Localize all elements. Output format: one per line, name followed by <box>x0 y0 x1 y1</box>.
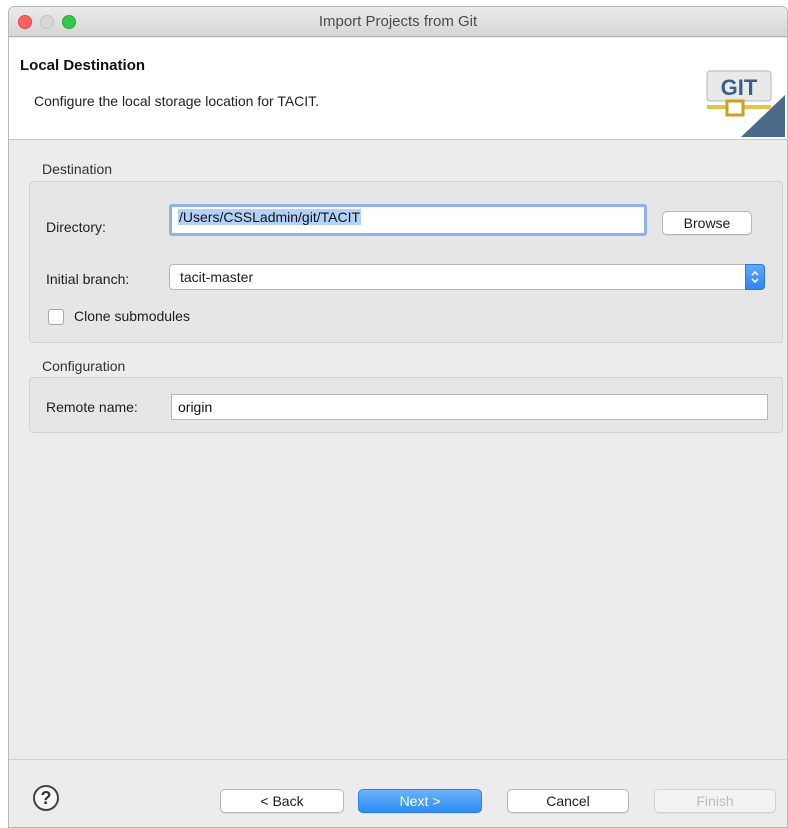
select-arrows-icon <box>745 264 765 290</box>
initial-branch-select[interactable]: tacit-master <box>169 264 765 290</box>
initial-branch-label: Initial branch: <box>46 271 130 287</box>
next-button[interactable]: Next > <box>358 789 482 813</box>
page-description: Configure the local storage location for… <box>34 93 320 109</box>
help-icon: ? <box>40 788 52 808</box>
help-button[interactable]: ? <box>33 785 59 811</box>
wizard-banner: Local Destination Configure the local st… <box>9 38 787 140</box>
title-bar[interactable]: Import Projects from Git <box>9 7 787 37</box>
window-title: Import Projects from Git <box>318 13 478 30</box>
directory-value: /Users/CSSLadmin/git/TACIT <box>178 209 362 225</box>
back-button[interactable]: < Back <box>220 789 344 813</box>
browse-button[interactable]: Browse <box>662 211 752 235</box>
git-logo-icon: GIT <box>706 70 785 137</box>
directory-label: Directory: <box>46 219 106 235</box>
configuration-group-title: Configuration <box>42 358 126 374</box>
page-title: Local Destination <box>20 57 146 74</box>
remote-name-label: Remote name: <box>46 399 138 415</box>
finish-button[interactable]: Finish <box>654 789 776 813</box>
clone-submodules-label: Clone submodules <box>74 308 190 324</box>
dialog-window: Import Projects from Git Local Destinati… <box>8 6 788 828</box>
initial-branch-value: tacit-master <box>180 269 254 285</box>
button-bar: ? < Back Next > Cancel Finish <box>9 759 787 827</box>
destination-group: Directory: /Users/CSSLadmin/git/TACIT Br… <box>29 181 783 343</box>
remote-name-input[interactable]: origin <box>171 394 768 420</box>
directory-input[interactable]: /Users/CSSLadmin/git/TACIT <box>169 204 647 236</box>
clone-submodules-checkbox[interactable] <box>48 309 64 325</box>
git-logo-text: GIT <box>721 75 758 100</box>
cancel-button[interactable]: Cancel <box>507 789 629 813</box>
destination-group-title: Destination <box>42 161 113 177</box>
remote-name-value: origin <box>178 399 213 415</box>
configuration-group: Remote name: origin <box>29 377 783 433</box>
